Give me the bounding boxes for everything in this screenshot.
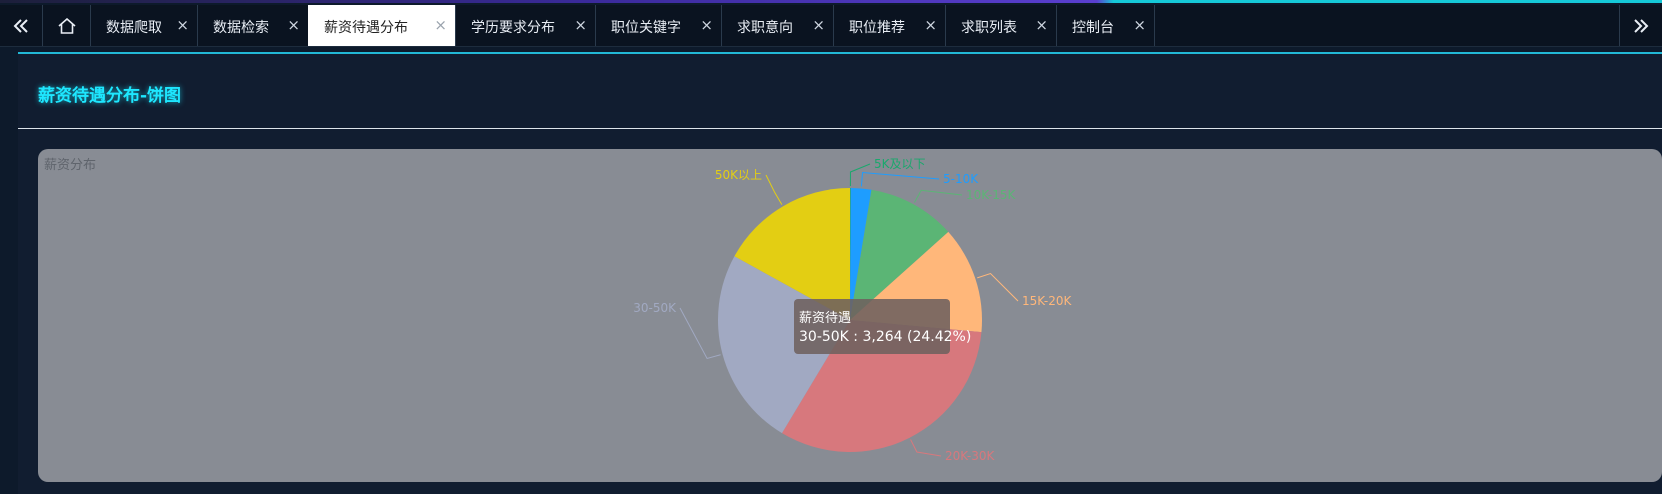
pie-slice-label: 20K-30K	[945, 449, 995, 463]
panel-divider	[18, 128, 1662, 129]
chart-title: 薪资分布	[44, 158, 97, 173]
tab-close-icon[interactable]: ×	[434, 16, 447, 34]
pie-leader-line	[977, 272, 1019, 302]
tab-close-icon[interactable]: ×	[287, 16, 300, 34]
tab-close-icon[interactable]: ×	[1133, 16, 1146, 34]
tab-close-icon[interactable]: ×	[1035, 16, 1048, 34]
tab-5[interactable]: 求职意向 ×	[721, 5, 834, 46]
tab-4[interactable]: 职位关键字 ×	[595, 5, 722, 46]
tab-label: 数据爬取	[106, 20, 162, 36]
tab-label: 求职列表	[961, 20, 1017, 36]
tab-close-icon[interactable]: ×	[574, 16, 587, 34]
pie-leader-line	[849, 163, 871, 187]
tab-close-icon[interactable]: ×	[812, 16, 825, 34]
pie-slice-label: 30-50K	[633, 301, 677, 315]
tab-bar: 数据爬取 × 数据检索 × 薪资待遇分布 × 学历要求分布 × 职位关键字 × 求职意向 × 职位推荐 ×…	[0, 5, 1662, 47]
pie-leader-line	[860, 171, 940, 187]
home-tab[interactable]	[43, 5, 91, 46]
scroll-tabs-left-button[interactable]	[0, 5, 43, 46]
tab-close-icon[interactable]: ×	[924, 16, 937, 34]
tab-close-icon[interactable]: ×	[700, 16, 713, 34]
tab-label: 薪资待遇分布	[324, 20, 408, 36]
pie-slice-label: 10K-15K	[966, 188, 1016, 202]
pie-slice-label: 15K-20K	[1022, 294, 1072, 308]
pie-slice-label: 5-10K	[943, 172, 979, 186]
tab-close-icon[interactable]: ×	[176, 16, 189, 34]
tab-3[interactable]: 学历要求分布 ×	[455, 5, 596, 46]
pie-slice-label: 50K以上	[715, 168, 762, 182]
double-chevron-right-icon	[1634, 19, 1649, 33]
pie-slice-label: 5K及以下	[874, 157, 926, 171]
pie-leader-line	[765, 174, 783, 205]
tab-label: 学历要求分布	[471, 20, 555, 36]
tooltip-title: 薪资待遇	[799, 311, 852, 326]
tab-label: 控制台	[1072, 20, 1114, 36]
pie-leader-line	[910, 439, 942, 457]
tab-8[interactable]: 控制台 ×	[1056, 5, 1155, 46]
tab-label: 求职意向	[737, 20, 793, 36]
scroll-tabs-right-button[interactable]	[1619, 5, 1662, 46]
double-chevron-left-icon	[13, 19, 28, 33]
pie-chart-card: 5K及以下 5-10K 10K-15K 15K-20K 20K-30K 30-50K 50K…	[38, 149, 1662, 482]
page-title: 薪资待遇分布-饼图	[38, 86, 182, 106]
tab-1[interactable]: 数据检索 ×	[197, 5, 309, 46]
tab-label: 职位关键字	[611, 20, 681, 36]
tab-7[interactable]: 求职列表 ×	[945, 5, 1057, 46]
tooltip-text: 30-50K : 3,264 (24.42%)	[799, 329, 972, 345]
tab-label: 职位推荐	[849, 20, 905, 36]
home-icon	[58, 18, 76, 34]
tab-0[interactable]: 数据爬取 ×	[90, 5, 198, 46]
pie-leader-line	[679, 307, 721, 360]
tab-6[interactable]: 职位推荐 ×	[833, 5, 946, 46]
tab-label: 数据检索	[213, 20, 269, 36]
tab-2[interactable]: 薪资待遇分布 ×	[308, 5, 456, 46]
chart-tooltip: 薪资待遇 30-50K : 3,264 (24.42%)	[794, 299, 971, 354]
pie-leader-line	[914, 189, 963, 203]
top-accent-bar	[0, 0, 1662, 3]
